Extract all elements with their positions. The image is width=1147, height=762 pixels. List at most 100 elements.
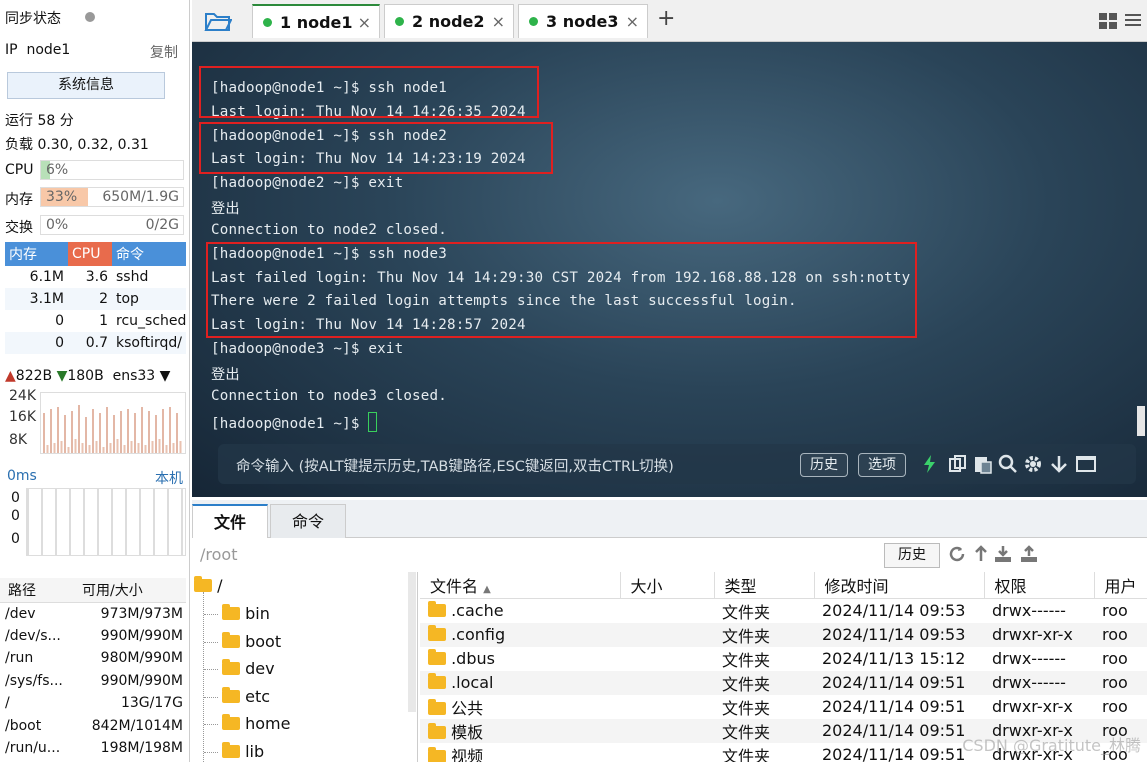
table-row[interactable]: /sys/fs... 990M/990M [0,670,186,693]
file-type: 文件夹 [714,622,814,647]
path-history-button[interactable]: 历史 [884,543,940,568]
file-row[interactable]: .config 文件夹 2024/11/14 09:53 drwxr-xr-x roo [420,622,1147,647]
file-row[interactable]: .local 文件夹 2024/11/14 09:51 drwx------ roo [420,670,1147,695]
system-info-button[interactable]: 系统信息 [7,72,165,99]
command-input-bar[interactable]: 命令输入 (按ALT键提示历史,TAB键路径,ESC键返回,双击CTRL切换) … [218,444,1136,484]
file-row[interactable]: .dbus 文件夹 2024/11/13 15:12 drwx------ roo [420,647,1147,671]
file-row[interactable]: 公共 文件夹 2024/11/14 09:51 drwxr-xr-x roo [420,695,1147,719]
copy-ip-button[interactable]: 复制 [150,42,178,62]
disk-table[interactable]: 路径 可用/大小 /dev 973M/973M/dev/s... 990M/990M… [0,578,186,760]
file-size [620,598,714,623]
col-header-mtime[interactable]: 修改时间 [814,572,985,599]
options-button[interactable]: 选项 [858,453,906,477]
col-header-size[interactable]: 大小 [620,572,715,599]
file-perm: drwx------ [992,601,1066,620]
file-user: roo [1102,697,1128,716]
connected-dot-icon [263,18,272,27]
arrow-down-icon[interactable] [1049,454,1069,474]
tab-node3[interactable]: 3 node3 × [518,4,648,38]
net-bar [109,443,112,453]
download-icon[interactable] [994,545,1012,563]
command-input[interactable]: 命令输入 (按ALT键提示历史,TAB键路径,ESC键返回,双击CTRL切换) [236,455,674,476]
proc-cmd: sshd [116,269,149,285]
tree-item-etc[interactable]: etc [222,686,270,706]
tree-item-label: dev [245,659,275,678]
process-table[interactable]: 内存 CPU 命令 6.1M 3.6 sshd 3.1M 2 top 0 1 rcu_sched… [5,242,186,354]
latency-host: 本机 [155,471,183,487]
paste-icon[interactable] [973,454,993,474]
path-input[interactable]: /root [200,545,237,564]
col-header-filename[interactable]: 文件名 ▲ [420,572,621,599]
proc-cpu: 1 [99,313,108,329]
close-icon[interactable]: × [492,5,505,39]
lightning-icon[interactable] [920,454,940,474]
terminal[interactable]: [hadoop@node1 ~]$ ssh node1 Last login: T… [192,42,1147,497]
net-bar [43,413,45,453]
tree-scrollbar[interactable] [408,572,416,712]
menu-icon[interactable] [1125,12,1141,28]
close-icon[interactable]: × [626,5,639,39]
proc-header-cpu[interactable]: CPU [68,242,112,266]
tree-item-home[interactable]: home [222,714,290,733]
tree-item-bin[interactable]: bin [222,604,270,623]
table-row[interactable]: 0 0.7 ksoftirqd/ [5,332,186,354]
file-type: 文件夹 [722,746,771,762]
col-header-user[interactable]: 用户 [1094,572,1147,599]
net-bar [158,439,161,453]
file-row[interactable]: .cache 文件夹 2024/11/14 09:53 drwx------ roo [420,598,1147,623]
table-row[interactable]: 6.1M 3.6 sshd [5,266,186,288]
tab-node1[interactable]: 1 node1 × [252,4,380,38]
network-bars [43,405,182,453]
tab-commands[interactable]: 命令 [270,504,346,538]
history-button[interactable]: 历史 [800,453,848,477]
net-bar [67,447,70,453]
table-row[interactable]: /dev/s... 990M/990M [0,625,186,648]
tab-files[interactable]: 文件 [192,504,268,538]
tab-node2[interactable]: 2 node2 × [384,4,514,38]
latency-value: 0 [11,490,20,506]
disk-header-path[interactable]: 路径 [0,578,74,603]
tree-item-dev[interactable]: dev [222,659,275,678]
col-header-type[interactable]: 类型 [714,572,815,599]
folder-icon [428,673,446,689]
gear-icon[interactable] [1023,454,1043,474]
table-row[interactable]: /dev 973M/973M [0,602,186,625]
tree-guide [204,641,218,643]
parent-dir-icon[interactable] [972,545,990,563]
tree-root[interactable]: / [194,576,222,595]
table-row[interactable]: /boot 842M/1014M [0,715,186,738]
table-row[interactable]: / 13G/17G [0,692,186,715]
upload-arrow-icon: ▲ [5,368,16,384]
tree-item-boot[interactable]: boot [222,631,281,651]
net-bar [57,407,59,453]
tree-item-lib[interactable]: lib [222,741,264,761]
net-bar [78,405,80,453]
col-header-perm[interactable]: 权限 [984,572,1095,599]
path-bar: /root 历史 [192,540,1147,570]
terminal-scrollbar[interactable] [1137,406,1145,436]
proc-header-cmd[interactable]: 命令 [112,242,186,266]
refresh-icon[interactable] [948,545,966,563]
table-row[interactable]: 3.1M 2 top [5,288,186,310]
proc-header-mem[interactable]: 内存 [5,242,68,266]
disk-header-size[interactable]: 可用/大小 [74,578,186,603]
terminal-line: 登出 [211,201,240,217]
close-icon[interactable]: × [358,6,371,40]
net-bar [92,409,94,453]
upload-icon[interactable] [1020,545,1038,563]
maximize-icon[interactable] [1076,454,1096,474]
net-interface-select[interactable]: ens33 [113,368,156,384]
folder-icon [222,686,240,703]
net-bar [106,407,108,453]
table-row[interactable]: 0 1 rcu_sched [5,310,186,332]
layout-grid-icon[interactable] [1099,13,1117,29]
copy-icon[interactable] [948,454,968,474]
chevron-down-icon[interactable]: ▼ [160,368,171,384]
file-size [620,647,714,671]
table-row[interactable]: /run/u... 198M/198M [0,737,186,760]
table-row[interactable]: /run 980M/990M [0,647,186,670]
directory-tree[interactable]: / bin boot dev etc home lib [192,572,418,762]
search-icon[interactable] [998,454,1018,474]
open-folder-icon[interactable] [204,10,232,32]
add-tab-button[interactable]: + [657,6,675,31]
